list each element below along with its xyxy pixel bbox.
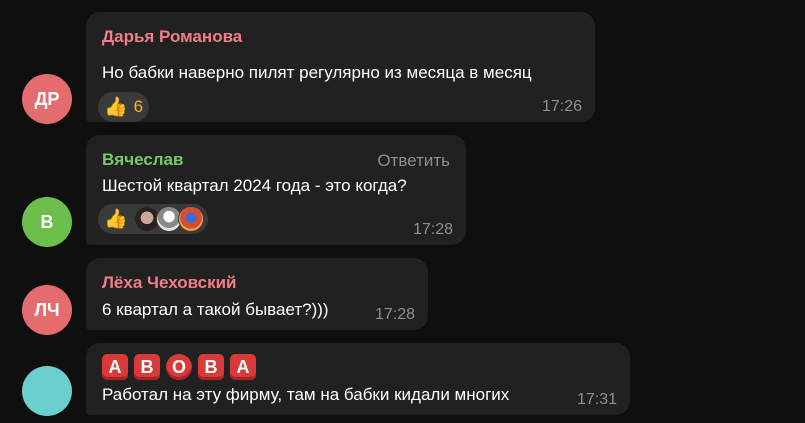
reactor-avatar (177, 206, 204, 232)
letter-tile: B (134, 354, 160, 380)
sender-name[interactable]: Вячеслав (102, 150, 183, 170)
message-text: Но бабки наверно пилят регулярно из меся… (102, 63, 532, 82)
message-bubble[interactable]: Дарья Романова Но бабки наверно пилят ре… (86, 12, 595, 122)
message-time: 17:26 (541, 98, 582, 115)
letter-tile: B (198, 354, 224, 380)
message-bubble[interactable]: Лёха Чеховский 6 квартал а такой бывает?… (86, 258, 428, 330)
sender-name[interactable]: Дарья Романова (102, 27, 242, 47)
sender-name[interactable]: ABOBA (102, 354, 262, 380)
message-bubble[interactable]: ABOBA Работал на эту фирму, там на бабки… (86, 343, 630, 415)
reaction-badge[interactable]: 👍 (98, 204, 208, 234)
message-bubble[interactable]: Вячеслав Ответить Шестой квартал 2024 го… (86, 135, 466, 245)
reply-button[interactable]: Ответить (377, 151, 450, 171)
reaction-badge[interactable]: 👍 6 (98, 92, 150, 122)
thumbs-up-icon: 👍 (104, 208, 128, 230)
message-text: Работал на эту фирму, там на бабки кидал… (102, 385, 510, 404)
sender-name[interactable]: Лёха Чеховский (102, 273, 237, 293)
avatar[interactable]: ДР (22, 74, 72, 124)
message-time: 17:28 (412, 221, 453, 238)
thumbs-up-icon: 👍 (104, 96, 128, 118)
avatar[interactable]: ЛЧ (22, 285, 72, 335)
message-time: 17:28 (374, 306, 415, 323)
avatar[interactable]: В (22, 197, 72, 247)
message-time: 17:31 (576, 391, 617, 408)
letter-tile: A (102, 354, 128, 380)
reaction-count: 6 (133, 97, 144, 116)
letter-tile: A (230, 354, 256, 380)
message-text: 6 квартал а такой бывает?))) (102, 300, 329, 319)
avatar[interactable] (22, 366, 72, 416)
message-text: Шестой квартал 2024 года - это когда? (102, 176, 407, 195)
letter-tile: O (166, 354, 192, 380)
